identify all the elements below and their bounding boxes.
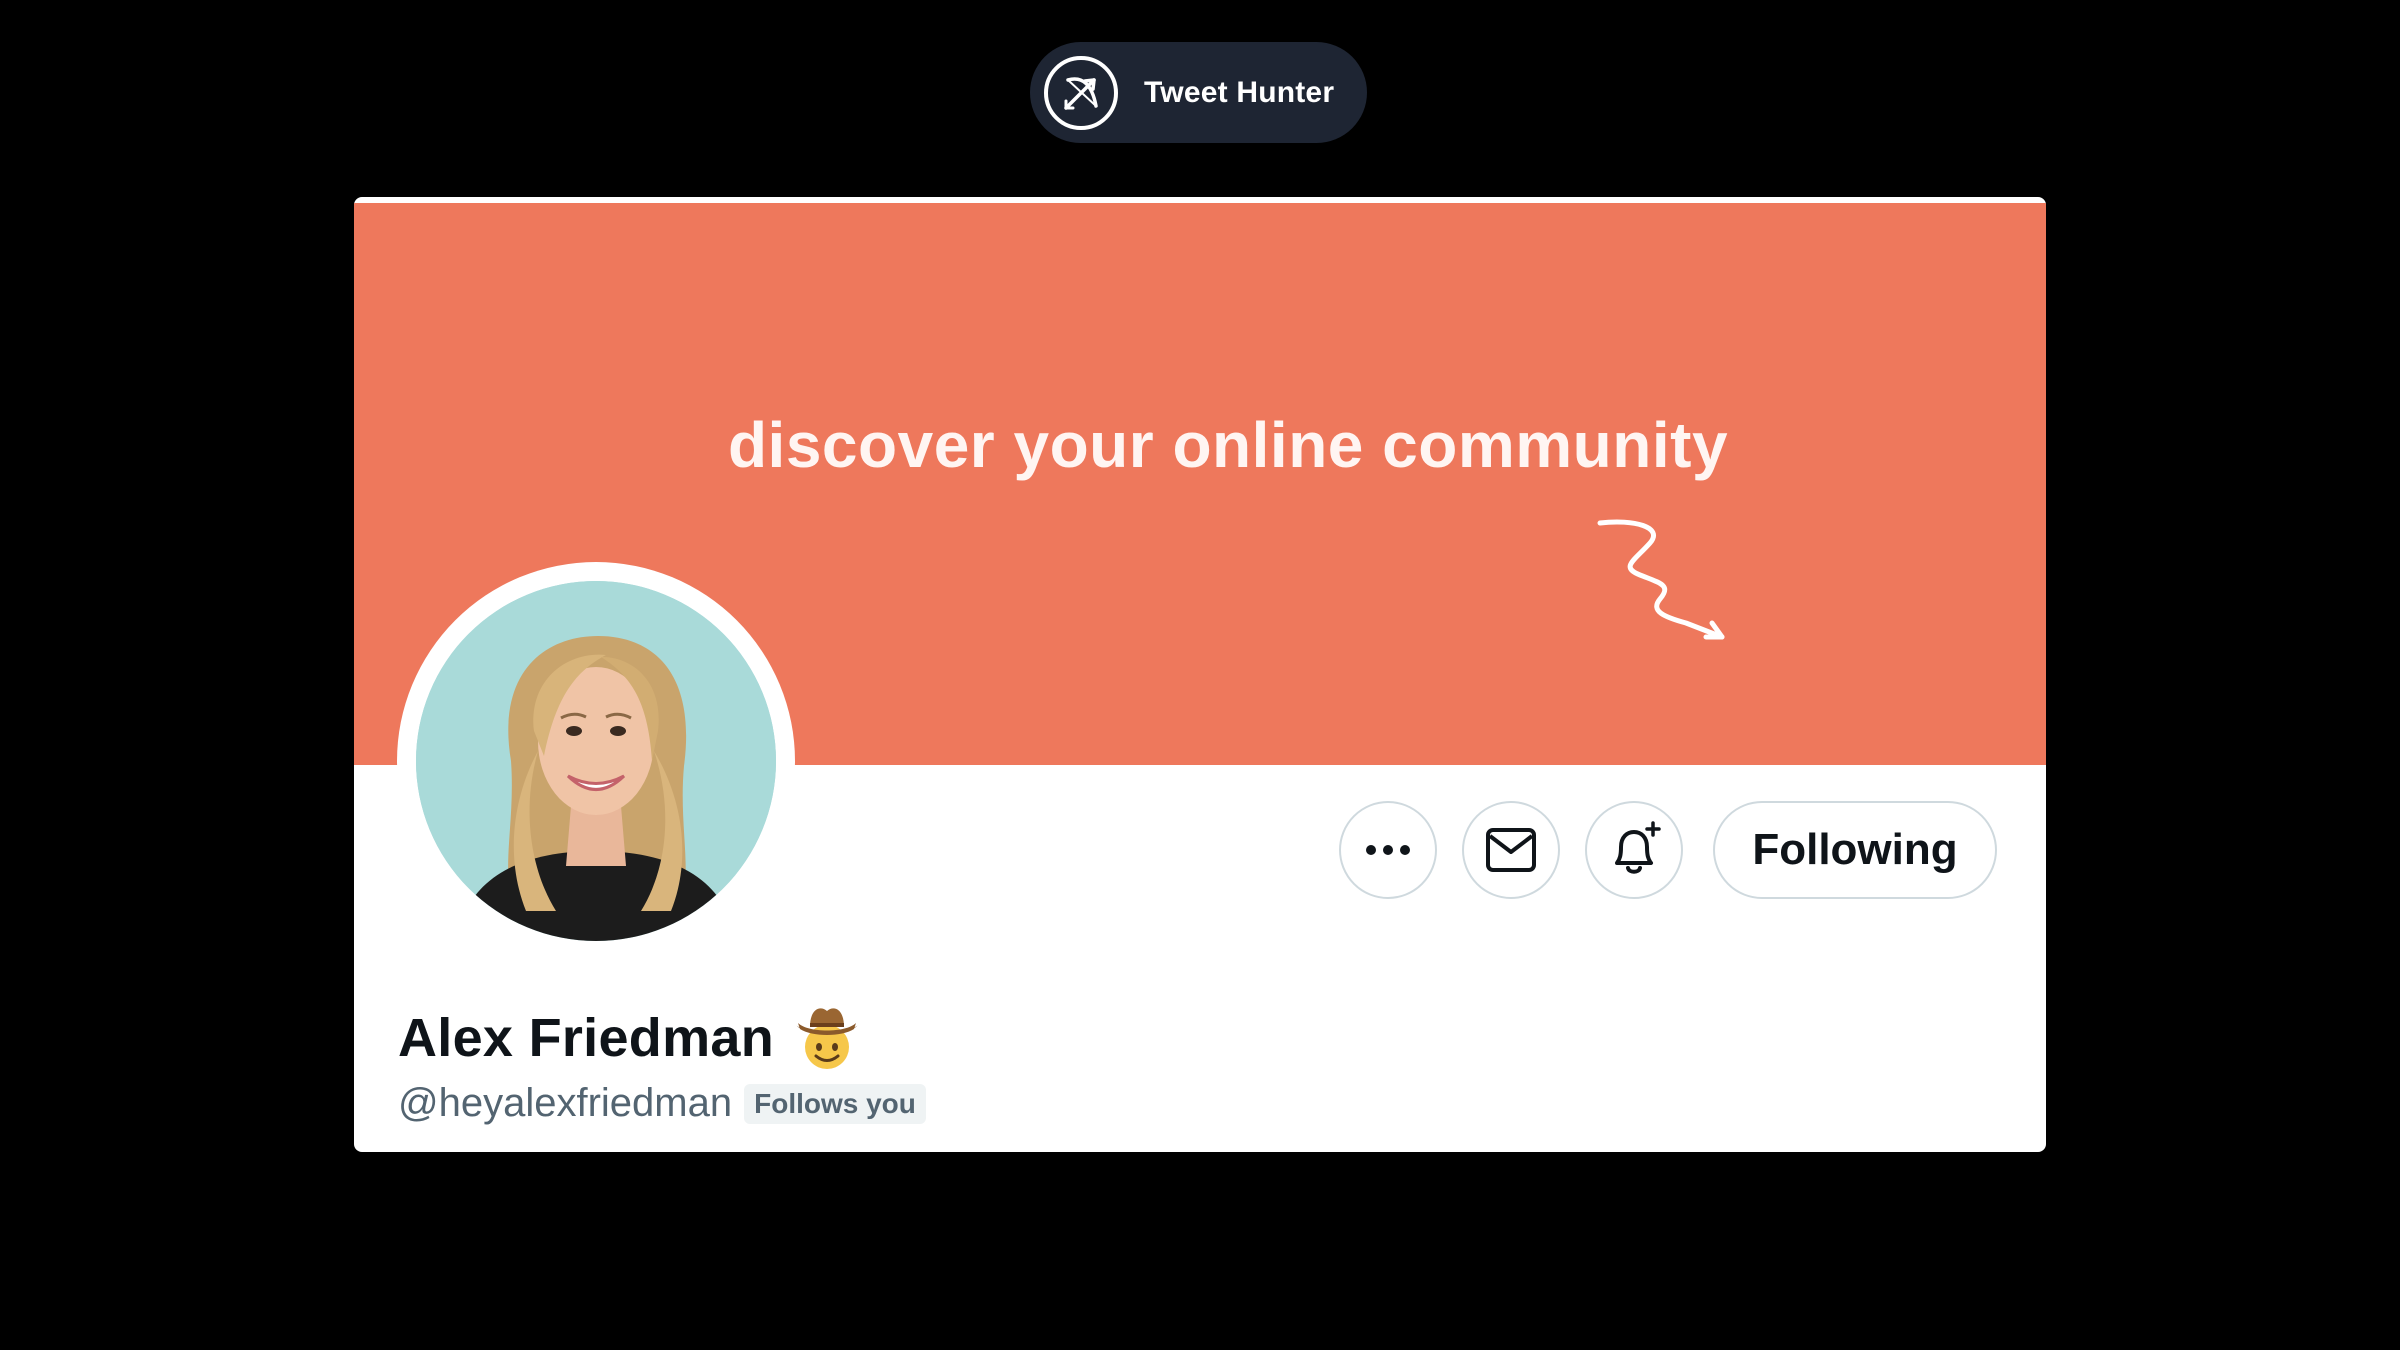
avatar-ring[interactable] (397, 562, 795, 960)
display-name-row: Alex Friedman (398, 1003, 860, 1073)
display-name: Alex Friedman (398, 1008, 775, 1068)
page: Tweet Hunter discover your online commun… (0, 0, 2400, 1350)
bow-arrow-icon (1044, 55, 1118, 130)
brand-pill: Tweet Hunter (1030, 42, 1367, 143)
cowboy-hat-face-emoji (796, 1008, 859, 1069)
user-handle[interactable]: @heyalexfriedman (398, 1081, 732, 1126)
handle-row: @heyalexfriedman Follows you (398, 1081, 926, 1126)
squiggle-arrow-icon (1597, 519, 1725, 640)
bell-plus-icon (1615, 821, 1661, 874)
avatar (416, 581, 776, 941)
envelope-icon (1486, 828, 1536, 872)
message-button[interactable] (1462, 801, 1560, 899)
banner-text: discover your online community (727, 409, 1729, 481)
more-button[interactable] (1339, 801, 1437, 899)
follows-you-badge: Follows you (744, 1083, 926, 1124)
profile-card: discover your online community Following… (354, 197, 2046, 1152)
following-button[interactable]: Following (1713, 801, 1997, 899)
notify-button[interactable] (1585, 801, 1683, 899)
more-dots-icon (1366, 845, 1410, 855)
brand-name: Tweet Hunter (1144, 75, 1335, 109)
